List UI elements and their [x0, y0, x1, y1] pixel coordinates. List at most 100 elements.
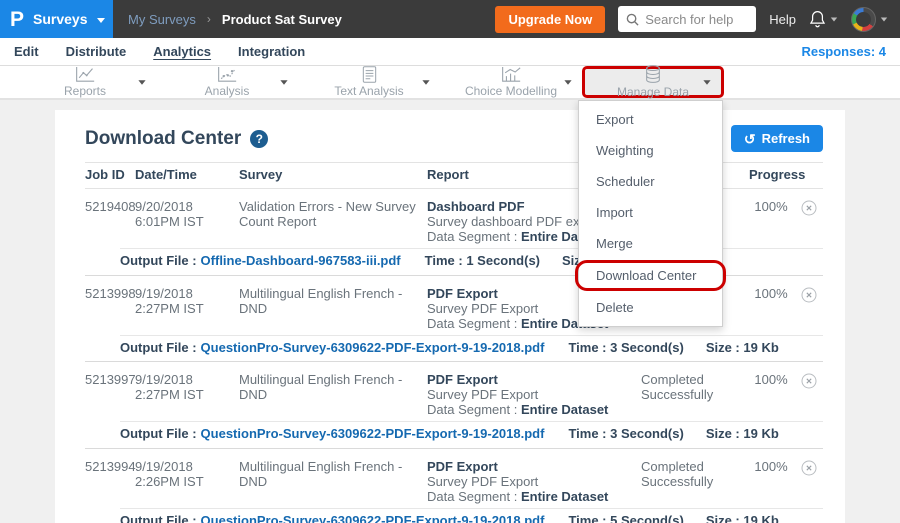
chevron-down-icon	[280, 80, 287, 85]
chevron-down-icon	[422, 80, 429, 85]
chevron-down-icon	[881, 17, 887, 21]
output-file-link[interactable]: QuestionPro-Survey-6309622-PDF-Export-9-…	[201, 513, 545, 523]
cell-actions	[801, 460, 823, 505]
time-label: Time :	[568, 340, 606, 355]
surveys-menu-label: Surveys	[33, 11, 87, 27]
avatar	[851, 7, 876, 32]
responses-count[interactable]: Responses: 4	[801, 44, 886, 59]
data-segment-label: Data Segment :	[427, 316, 517, 331]
search-icon	[626, 13, 639, 26]
menu-item-merge[interactable]: Merge	[579, 228, 722, 259]
cell-date: 9/20/2018 6:01PM IST	[135, 200, 239, 245]
cell-survey: Validation Errors - New Survey Count Rep…	[239, 200, 427, 245]
toolbar-item-manage-data[interactable]: Manage Data	[582, 66, 724, 98]
output-file-label: Output File :	[120, 513, 197, 523]
output-file-label: Output File :	[120, 426, 197, 441]
time-value: 5 Second(s)	[610, 513, 684, 523]
help-search[interactable]	[618, 6, 756, 32]
cancel-icon[interactable]	[801, 460, 817, 476]
size-group: Size : 19 Kb	[706, 340, 779, 355]
page-title: Download Center	[85, 128, 241, 150]
table-row: 52139949/19/2018 2:26PM ISTMultilingual …	[85, 449, 823, 523]
output-file-line: Output File : QuestionPro-Survey-6309622-…	[120, 508, 823, 523]
toolbar-item-label: Analysis	[205, 84, 250, 98]
output-file-link[interactable]: QuestionPro-Survey-6309622-PDF-Export-9-…	[201, 340, 545, 355]
table-row-main: 52139979/19/2018 2:27PM ISTMultilingual …	[85, 362, 823, 421]
menu-item-import[interactable]: Import	[579, 197, 722, 228]
menu-item-scheduler[interactable]: Scheduler	[579, 166, 722, 197]
time-group: Time : 3 Second(s)	[568, 426, 683, 441]
data-segment-value: Entire Dataset	[521, 402, 608, 417]
report-title: PDF Export	[427, 373, 633, 388]
toolbar-item-reports[interactable]: Reports	[14, 66, 156, 98]
upgrade-now-button[interactable]: Upgrade Now	[495, 6, 605, 33]
refresh-button[interactable]: ↺ Refresh	[731, 125, 823, 152]
time-value: 3 Second(s)	[610, 426, 684, 441]
menu-item-download-center[interactable]: Download Center	[575, 260, 726, 291]
output-file-link[interactable]: QuestionPro-Survey-6309622-PDF-Export-9-…	[201, 426, 545, 441]
chevron-down-icon	[138, 80, 145, 85]
tab-analytics[interactable]: Analytics	[153, 44, 211, 59]
cell-report: PDF ExportSurvey PDF ExportData Segment …	[427, 373, 641, 418]
menu-item-delete[interactable]: Delete	[579, 292, 722, 323]
cell-job-id: 5219408	[85, 200, 135, 245]
bell-icon	[809, 10, 826, 28]
nav-tabs: Edit Distribute Analytics Integration	[14, 44, 305, 59]
refresh-icon: ↺	[744, 132, 756, 146]
tab-distribute[interactable]: Distribute	[66, 44, 127, 59]
cell-date: 9/19/2018 2:26PM IST	[135, 460, 239, 505]
cell-actions	[801, 373, 823, 418]
output-file-link[interactable]: Offline-Dashboard-967583-iii.pdf	[201, 253, 401, 268]
table-row-main: 52139949/19/2018 2:26PM ISTMultilingual …	[85, 449, 823, 508]
search-input[interactable]	[645, 12, 748, 27]
database-icon	[644, 65, 662, 84]
report-data-segment: Data Segment : Entire Dataset	[427, 403, 633, 418]
analytics-toolbar: Reports Analysis Text Analysis Choice Model…	[0, 66, 900, 100]
cell-status: Completed Successfully	[641, 460, 749, 505]
cell-job-id: 5213998	[85, 287, 135, 332]
breadcrumb-separator-icon: ›	[207, 12, 211, 26]
cell-progress: 100%	[749, 200, 801, 245]
tab-integration[interactable]: Integration	[238, 44, 305, 59]
cancel-icon[interactable]	[801, 200, 817, 216]
cancel-icon[interactable]	[801, 287, 817, 303]
report-description: Survey PDF Export	[427, 388, 633, 403]
profile-menu[interactable]	[851, 7, 888, 32]
toolbar-item-label: Choice Modelling	[465, 84, 557, 98]
help-link[interactable]: Help	[769, 12, 796, 27]
size-value: 19 Kb	[743, 426, 778, 441]
data-segment-label: Data Segment :	[427, 229, 517, 244]
manage-data-menu: ExportWeightingSchedulerImportMergeDownl…	[578, 100, 723, 327]
column-header-survey: Survey	[239, 168, 427, 183]
cell-survey: Multilingual English French - DND	[239, 460, 427, 505]
surveys-menu[interactable]: P Surveys	[0, 0, 113, 38]
topbar-right: Upgrade Now Help	[495, 6, 900, 33]
chevron-down-icon	[831, 17, 837, 21]
cell-progress: 100%	[749, 287, 801, 332]
time-label: Time :	[425, 253, 463, 268]
notifications-button[interactable]	[809, 10, 838, 28]
menu-item-weighting[interactable]: Weighting	[579, 135, 722, 166]
size-value: 19 Kb	[743, 513, 778, 523]
help-icon[interactable]: ?	[250, 130, 268, 148]
download-center-panel: Download Center ? ↺ Refresh Job IDDate/T…	[55, 110, 845, 523]
cell-progress: 100%	[749, 373, 801, 418]
line-chart-icon	[75, 66, 95, 83]
data-segment-label: Data Segment :	[427, 489, 517, 504]
output-file-line: Output File :QuestionPro-Survey-6309622-…	[120, 335, 823, 362]
toolbar-item-choice-modelling[interactable]: Choice Modelling	[440, 66, 582, 98]
cancel-icon[interactable]	[801, 373, 817, 389]
tab-edit[interactable]: Edit	[14, 44, 39, 59]
panel-header: Download Center ? ↺ Refresh	[55, 110, 845, 162]
toolbar-item-analysis[interactable]: Analysis	[156, 66, 298, 98]
output-file-line: Output File : QuestionPro-Survey-6309622-…	[120, 421, 823, 448]
cell-job-id: 5213997	[85, 373, 135, 418]
time-group: Time : 1 Second(s)	[425, 253, 540, 268]
time-value: 3 Second(s)	[610, 340, 684, 355]
toolbar-item-text-analysis[interactable]: Text Analysis	[298, 66, 440, 98]
output-file-label: Output File :	[120, 253, 197, 268]
menu-item-export[interactable]: Export	[579, 104, 722, 135]
toolbar-item-label: Reports	[64, 84, 106, 98]
breadcrumb-my-surveys[interactable]: My Surveys	[128, 12, 196, 27]
questionpro-logo-icon: P	[10, 9, 24, 30]
